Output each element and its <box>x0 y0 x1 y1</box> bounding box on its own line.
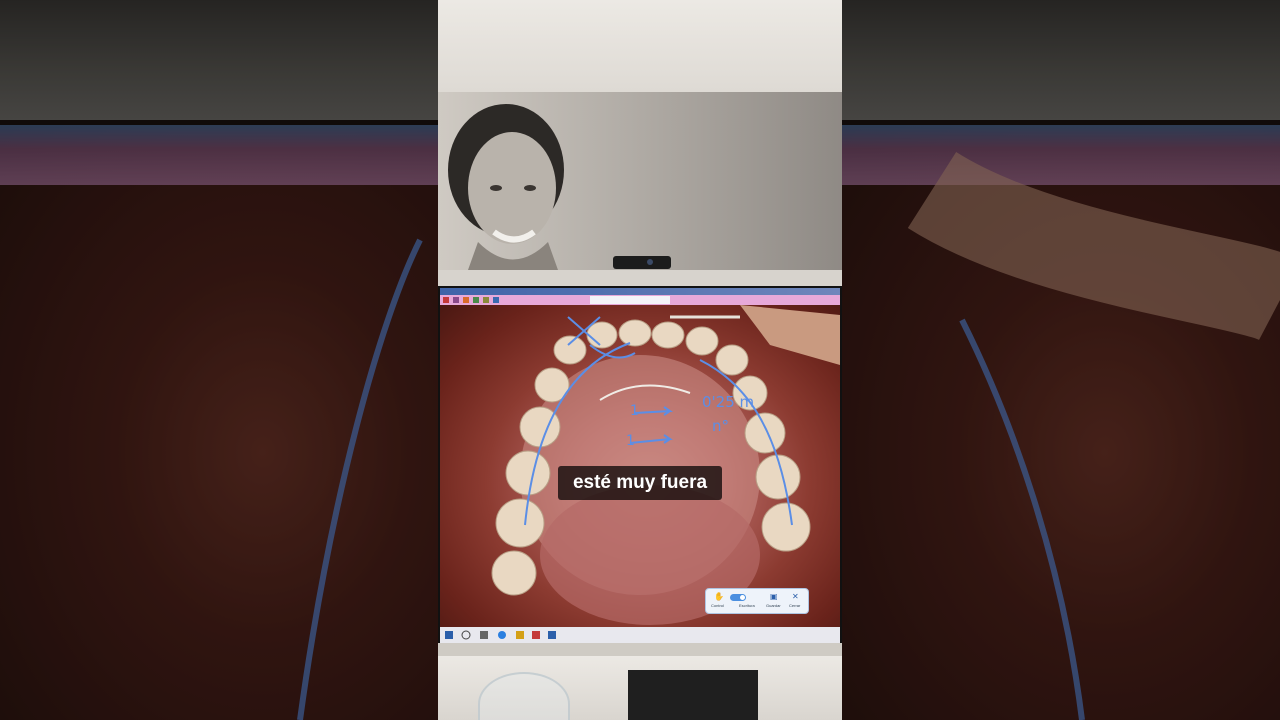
annotation-arrow-1: 1 <box>630 403 639 419</box>
monitor-stand <box>628 670 758 720</box>
pen-item-cerrar[interactable]: Cerrar <box>789 603 800 608</box>
monitor-chin <box>438 643 842 656</box>
portrait-poster <box>438 92 842 270</box>
blurred-background-right <box>842 0 1280 720</box>
pen-item-escritura[interactable]: Escritura <box>739 603 755 608</box>
annotation-degree: n° <box>712 417 730 435</box>
wall <box>438 0 842 92</box>
pen-item-guardar[interactable]: Guardar <box>766 603 781 608</box>
pen-item-control[interactable]: Control <box>711 603 724 608</box>
annotation-arrow-2: 1 <box>626 433 635 449</box>
close-icon[interactable]: ✕ <box>792 592 799 601</box>
app-titlebar <box>440 288 840 295</box>
video-subtitle: esté muy fuera <box>558 466 722 500</box>
save-icon[interactable]: ▣ <box>770 592 778 601</box>
pen-toolbar[interactable]: ✋ ▣ ✕ Control Escritura Guardar Cerrar <box>705 588 809 614</box>
taskbar-icons <box>445 630 556 640</box>
hand-icon[interactable]: ✋ <box>714 592 724 601</box>
windows-taskbar <box>440 627 840 643</box>
webcam-lens <box>647 259 653 265</box>
blurred-background-left <box>0 0 438 720</box>
monitor-bezel <box>438 270 842 286</box>
toolbar-icons <box>443 296 670 304</box>
webcam <box>613 256 671 269</box>
portrait-illustration <box>448 104 564 270</box>
annotation-measure: 0'25 m <box>702 393 755 411</box>
app-toolbar <box>440 295 840 305</box>
pen-mode-toggle[interactable] <box>730 594 746 601</box>
